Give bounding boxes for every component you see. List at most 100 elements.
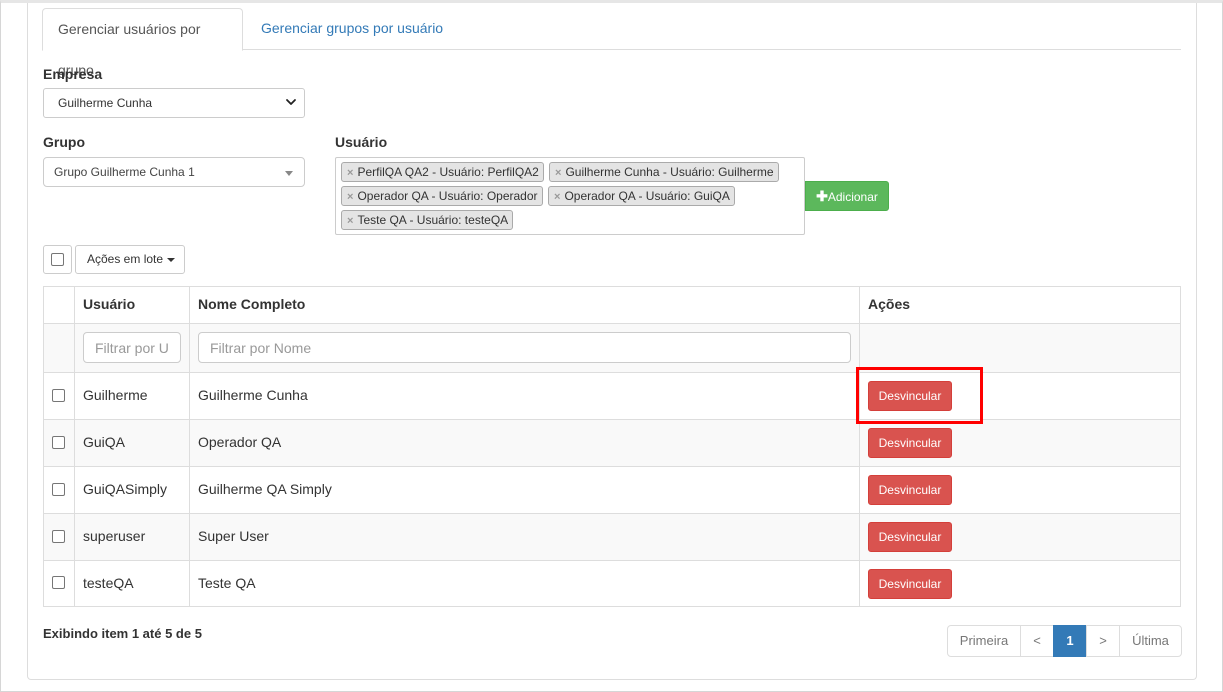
header-cell-usuario: Usuário — [74, 287, 189, 323]
row-check-cell — [44, 373, 74, 419]
row-checkbox[interactable] — [52, 576, 65, 589]
cell-acoes: Desvincular — [859, 420, 1180, 466]
table-filter-row — [44, 323, 1180, 372]
header-usuario[interactable]: Usuário — [83, 296, 135, 312]
filter-cell-empty — [44, 324, 74, 372]
filter-cell-usuario — [74, 324, 189, 372]
cell-nome: Guilherme Cunha — [189, 373, 859, 419]
chip-label: Operador QA - Usuário: GuiQA — [564, 189, 730, 203]
empresa-label: Empresa — [43, 66, 103, 82]
chip-label: Guilherme Cunha - Usuário: Guilherme — [565, 165, 774, 179]
filter-cell-acoes — [859, 324, 1180, 372]
table-row: testeQA Teste QA Desvincular — [44, 560, 1180, 606]
header-nome-completo[interactable]: Nome Completo — [198, 296, 305, 312]
desvincular-button[interactable]: Desvincular — [868, 428, 952, 458]
header-cell-nome: Nome Completo — [189, 287, 859, 323]
chip-remove-icon[interactable]: × — [347, 215, 353, 227]
desvincular-button[interactable]: Desvincular — [868, 475, 952, 505]
empresa-select-value: Guilherme Cunha — [58, 96, 153, 110]
nome-value: Guilherme QA Simply — [198, 481, 332, 497]
cell-acoes: Desvincular — [859, 373, 1180, 419]
desvincular-button[interactable]: Desvincular — [868, 522, 952, 552]
caret-down-icon — [167, 257, 176, 262]
page-current-button[interactable]: 1 — [1053, 625, 1087, 657]
user-chip: × Operador QA - Usuário: GuiQA — [548, 186, 735, 206]
select-all-checkbox[interactable] — [51, 253, 64, 266]
nome-value: Guilherme Cunha — [198, 387, 308, 403]
header-acoes: Ações — [868, 296, 911, 312]
desvincular-button[interactable]: Desvincular — [868, 569, 952, 599]
chip-label: PerfilQA QA2 - Usuário: PerfilQA2 — [357, 165, 539, 179]
nome-value: Operador QA — [198, 434, 282, 450]
table-row: GuiQASimply Guilherme QA Simply Desvincu… — [44, 466, 1180, 513]
row-check-cell — [44, 561, 74, 606]
row-checkbox[interactable] — [52, 483, 65, 496]
grupo-select-value: Grupo Guilherme Cunha 1 — [54, 165, 195, 179]
batch-actions-button[interactable]: Ações em lote — [75, 245, 185, 274]
user-chip: × Guilherme Cunha - Usuário: Guilherme — [549, 162, 779, 182]
chip-remove-icon[interactable]: × — [555, 167, 561, 179]
row-check-cell — [44, 467, 74, 513]
tab-bar: Gerenciar usuários por grupo Gerenciar g… — [42, 8, 1181, 78]
usuario-label: Usuário — [335, 134, 388, 150]
batch-actions-label: Ações em lote — [87, 252, 164, 266]
filter-nome-input[interactable] — [198, 332, 851, 363]
header-cell-check — [44, 287, 74, 323]
usuario-multiselect[interactable]: × PerfilQA QA2 - Usuário: PerfilQA2 × Guil… — [335, 157, 805, 235]
cell-nome: Teste QA — [189, 561, 859, 606]
page-first-button[interactable]: Primeira — [947, 625, 1021, 657]
row-checkbox[interactable] — [52, 436, 65, 449]
chip-remove-icon[interactable]: × — [347, 167, 353, 179]
cell-nome: Guilherme QA Simply — [189, 467, 859, 513]
table-row: GuiQA Operador QA Desvincular — [44, 419, 1180, 466]
page-last-button[interactable]: Última — [1119, 625, 1182, 657]
desvincular-button[interactable]: Desvincular — [868, 381, 952, 411]
chevron-down-icon — [286, 99, 296, 105]
row-checkbox[interactable] — [52, 530, 65, 543]
usuario-value: GuiQASimply — [83, 481, 168, 497]
usuario-value: superuser — [83, 528, 146, 544]
cell-usuario: GuiQA — [74, 420, 189, 466]
filter-cell-nome — [189, 324, 859, 372]
tab-users-by-group[interactable]: Gerenciar usuários por grupo — [42, 8, 243, 78]
chip-label: Teste QA - Usuário: testeQA — [357, 213, 509, 227]
page-next-button[interactable]: > — [1086, 625, 1120, 657]
nome-value: Teste QA — [198, 575, 256, 591]
filter-usuario-input[interactable] — [83, 332, 181, 363]
grupo-label: Grupo — [43, 134, 85, 150]
caret-down-icon — [285, 171, 293, 176]
cell-usuario: GuiQASimply — [74, 467, 189, 513]
pagination: Primeira < 1 > Última — [947, 625, 1182, 657]
cell-acoes: Desvincular — [859, 514, 1180, 560]
chip-remove-icon[interactable]: × — [347, 191, 353, 203]
table-row: Guilherme Guilherme Cunha Desvincular — [44, 372, 1180, 419]
usuario-value: Guilherme — [83, 387, 148, 403]
nome-value: Super User — [198, 528, 269, 544]
select-all-wrapper — [43, 245, 72, 274]
tab-groups-by-user[interactable]: Gerenciar grupos por usuário — [246, 8, 458, 50]
add-button-label: Adicionar — [827, 190, 878, 204]
add-button[interactable]: ✚Adicionar — [805, 181, 889, 211]
users-table: Usuário Nome Completo Ações Guilherme Gu… — [43, 286, 1181, 607]
pagination-summary: Exibindo item 1 até 5 de 5 — [43, 626, 202, 641]
row-check-cell — [44, 514, 74, 560]
user-chip: × PerfilQA QA2 - Usuário: PerfilQA2 — [341, 162, 544, 182]
page-prev-button[interactable]: < — [1020, 625, 1054, 657]
row-check-cell — [44, 420, 74, 466]
grupo-select[interactable]: Grupo Guilherme Cunha 1 — [43, 157, 305, 187]
plus-icon: ✚ — [816, 188, 828, 204]
empresa-select[interactable]: Guilherme Cunha — [43, 88, 305, 118]
cell-nome: Super User — [189, 514, 859, 560]
cell-acoes: Desvincular — [859, 467, 1180, 513]
chip-remove-icon[interactable]: × — [554, 191, 560, 203]
cell-acoes: Desvincular — [859, 561, 1180, 606]
row-checkbox[interactable] — [52, 389, 65, 402]
user-chip: × Teste QA - Usuário: testeQA — [341, 210, 514, 230]
cell-usuario: superuser — [74, 514, 189, 560]
usuario-value: testeQA — [83, 575, 134, 591]
header-cell-acoes: Ações — [859, 287, 1180, 323]
table-header-row: Usuário Nome Completo Ações — [44, 287, 1180, 323]
user-chip: × Operador QA - Usuário: Operador — [341, 186, 543, 206]
table-row: superuser Super User Desvincular — [44, 513, 1180, 560]
chip-label: Operador QA - Usuário: Operador — [357, 189, 538, 203]
